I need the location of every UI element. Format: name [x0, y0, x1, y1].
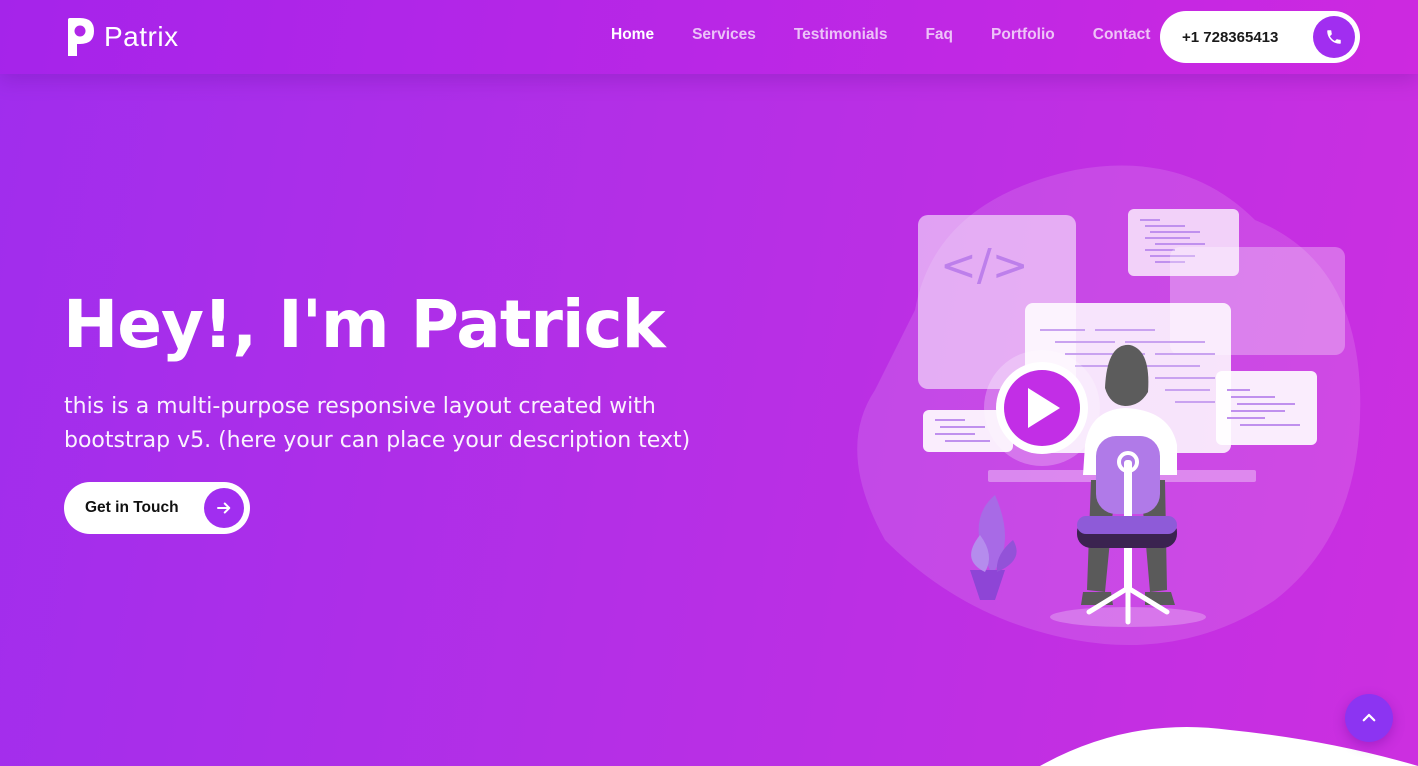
developer-illustration: </>	[855, 160, 1365, 660]
nav-portfolio[interactable]: Portfolio	[991, 26, 1055, 44]
code-symbol: </>	[940, 240, 1029, 291]
scroll-to-top-button[interactable]	[1345, 694, 1393, 742]
get-in-touch-button[interactable]: Get in Touch	[64, 482, 250, 534]
nav-faq[interactable]: Faq	[925, 26, 953, 44]
arrow-right-icon	[204, 488, 244, 528]
chevron-up-icon	[1362, 713, 1376, 722]
nav-testimonials[interactable]: Testimonials	[794, 26, 888, 44]
nav-contact[interactable]: Contact	[1093, 26, 1151, 44]
site-header: Patrix Home Services Testimonials Faq Po…	[0, 0, 1418, 74]
brand-name: Patrix	[104, 21, 179, 52]
phone-number: +1 728365413	[1182, 28, 1279, 46]
nav-services[interactable]: Services	[692, 26, 756, 44]
hero-description: this is a multi-purpose responsive layou…	[64, 394, 691, 453]
phone-icon	[1313, 16, 1355, 58]
brand-logo[interactable]: Patrix	[66, 16, 179, 58]
hero-title: Hey!, I'm Patrick	[63, 286, 666, 363]
logo-p-icon	[66, 16, 96, 58]
cta-label: Get in Touch	[85, 499, 179, 516]
main-nav: Home Services Testimonials Faq Portfolio…	[611, 26, 1188, 44]
phone-button[interactable]: +1 728365413	[1160, 11, 1360, 63]
right-note-card	[1216, 371, 1317, 445]
nav-home[interactable]: Home	[611, 26, 654, 44]
